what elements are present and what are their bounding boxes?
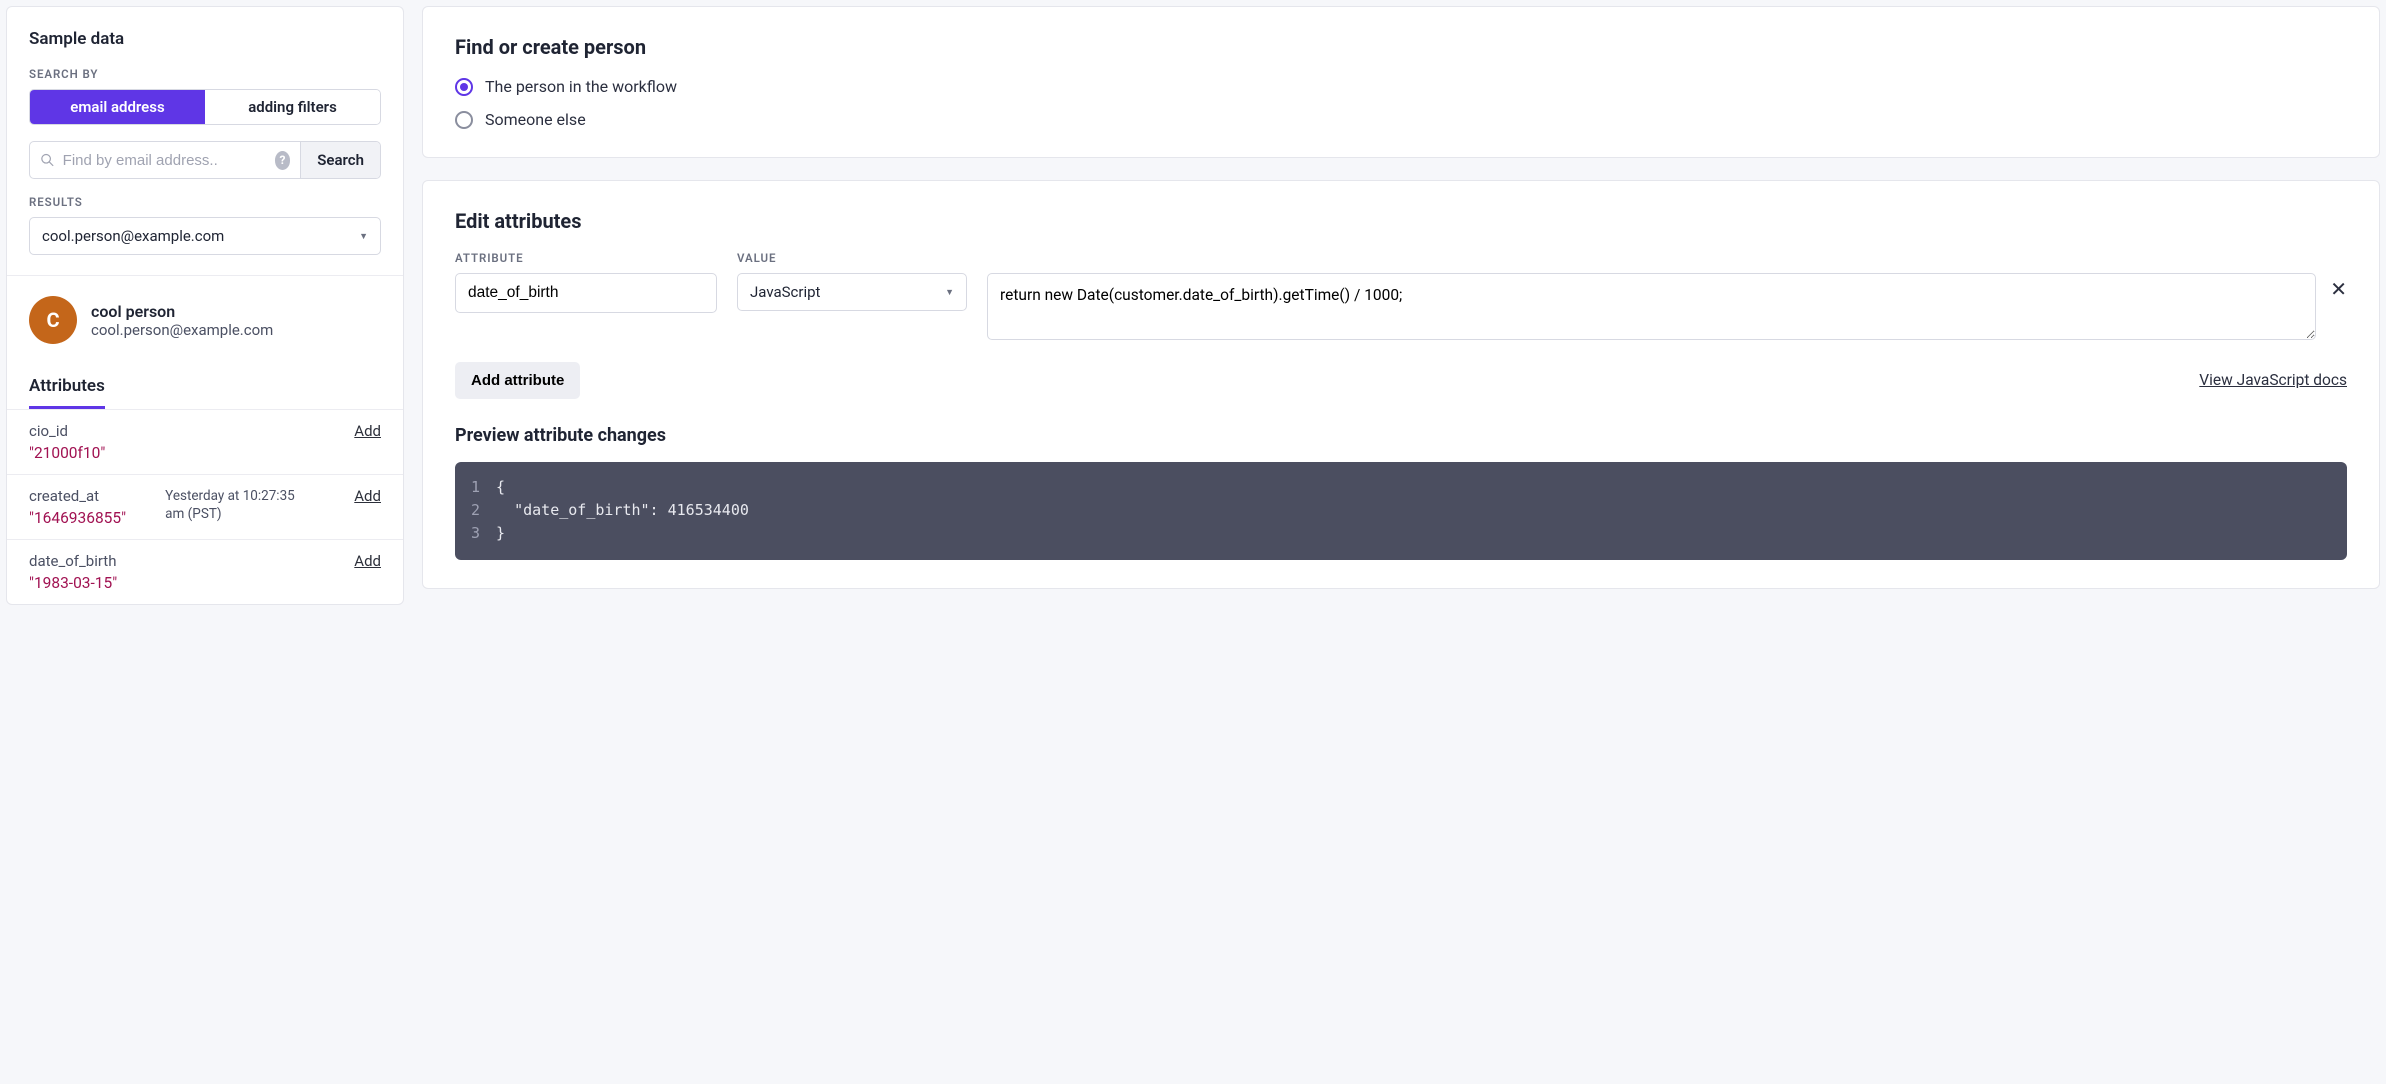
search-button[interactable]: Search: [300, 142, 380, 178]
line-numbers: 123: [471, 476, 480, 546]
preview-code: { "date_of_birth": 416534400 }: [496, 476, 749, 546]
attribute-value: "21000f10": [29, 444, 105, 462]
help-icon[interactable]: ?: [275, 151, 291, 170]
value-type-select[interactable]: JavaScript ▼: [737, 273, 967, 311]
attribute-row: created_at "1646936855" Yesterday at 10:…: [7, 474, 403, 539]
radio-person-in-workflow[interactable]: The person in the workflow: [455, 77, 2347, 96]
panel-title: Sample data: [29, 29, 381, 49]
search-by-segmented: email address adding filters: [29, 89, 381, 125]
preview-title: Preview attribute changes: [455, 425, 2347, 446]
search-icon: [40, 151, 55, 169]
tab-email-address[interactable]: email address: [30, 90, 205, 124]
find-or-create-card: Find or create person The person in the …: [422, 6, 2380, 158]
attribute-header: ATTRIBUTE: [455, 251, 717, 265]
results-label: RESULTS: [29, 195, 381, 209]
chevron-down-icon: ▼: [359, 231, 368, 242]
add-attribute-button[interactable]: Add attribute: [455, 362, 580, 399]
close-icon[interactable]: ✕: [2330, 251, 2347, 301]
value-header: VALUE: [737, 251, 967, 265]
radio-label: Someone else: [485, 110, 586, 129]
divider: [7, 275, 403, 276]
attribute-key: created_at: [29, 487, 126, 505]
edit-attributes-card: Edit attributes ATTRIBUTE VALUE JavaScri…: [422, 180, 2380, 589]
attribute-name-input[interactable]: [455, 273, 717, 313]
results-select[interactable]: cool.person@example.com ▼: [29, 217, 381, 255]
view-js-docs-link[interactable]: View JavaScript docs: [2199, 371, 2347, 389]
radio-label: The person in the workflow: [485, 77, 677, 96]
tab-attributes[interactable]: Attributes: [29, 376, 105, 409]
preview-code-block: 123 { "date_of_birth": 416534400 }: [455, 462, 2347, 560]
radio-someone-else[interactable]: Someone else: [455, 110, 2347, 129]
radio-icon: [455, 111, 473, 129]
person-email: cool.person@example.com: [91, 321, 273, 339]
section-title: Find or create person: [455, 35, 2347, 59]
person-name: cool person: [91, 302, 273, 321]
attribute-list: cio_id "21000f10" Add created_at "164693…: [7, 409, 403, 604]
attribute-row: date_of_birth "1983-03-15" Add: [7, 539, 403, 604]
tab-adding-filters[interactable]: adding filters: [205, 90, 380, 124]
chevron-down-icon: ▼: [945, 287, 954, 298]
attribute-formatted: Yesterday at 10:27:35 am (PST): [165, 487, 315, 523]
section-title: Edit attributes: [455, 209, 2347, 233]
results-selected-value: cool.person@example.com: [42, 227, 224, 245]
attribute-value: "1646936855": [29, 509, 126, 527]
javascript-code-input[interactable]: [987, 273, 2316, 340]
add-attribute-link[interactable]: Add: [354, 552, 381, 570]
attribute-row: cio_id "21000f10" Add: [7, 409, 403, 474]
add-attribute-link[interactable]: Add: [354, 487, 381, 505]
main-column: Find or create person The person in the …: [422, 6, 2380, 605]
attribute-key: cio_id: [29, 422, 105, 440]
person-summary: C cool person cool.person@example.com: [29, 296, 381, 344]
add-attribute-link[interactable]: Add: [354, 422, 381, 440]
search-by-label: SEARCH BY: [29, 67, 381, 81]
search-input[interactable]: [63, 152, 267, 169]
attribute-key: date_of_birth: [29, 552, 117, 570]
search-row: ? Search: [29, 141, 381, 179]
value-type-selected: JavaScript: [750, 283, 820, 301]
avatar: C: [29, 296, 77, 344]
attribute-value: "1983-03-15": [29, 574, 117, 592]
sample-data-panel: Sample data SEARCH BY email address addi…: [6, 6, 404, 605]
radio-icon: [455, 78, 473, 96]
